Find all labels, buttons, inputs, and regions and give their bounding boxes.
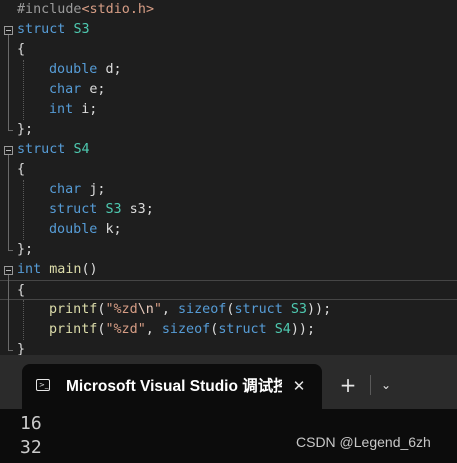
brace: { (17, 283, 26, 298)
struct-keyword: struct (234, 302, 283, 317)
brace: }; (17, 242, 34, 257)
escape-sequence: \n (137, 302, 154, 317)
member-type: double (49, 62, 98, 77)
code-line[interactable]: struct S4 (0, 140, 457, 160)
struct-keyword: struct (218, 322, 267, 337)
sizeof-keyword: sizeof (178, 302, 227, 317)
code-line[interactable]: { (0, 160, 457, 180)
terminal-titlebar: >_ Microsoft Visual Studio 调试控制台 ✕ + ⌄ (0, 355, 457, 409)
debug-console-window[interactable]: >_ Microsoft Visual Studio 调试控制台 ✕ + ⌄ 1… (0, 355, 457, 463)
fold-end-marker (8, 250, 13, 251)
function-call: printf (49, 302, 98, 317)
member-type: double (49, 222, 98, 237)
terminal-icon: >_ (36, 379, 50, 391)
code-line[interactable]: int i; (0, 100, 457, 120)
member-type: char (49, 182, 82, 197)
member-name: k; (105, 222, 122, 237)
struct-name: S4 (73, 142, 90, 157)
code-line[interactable]: printf("%zd\n", sizeof(struct S3)); (0, 300, 457, 320)
function-call: printf (49, 322, 98, 337)
collapse-icon[interactable] (4, 266, 13, 275)
console-output-line: 16 (20, 413, 42, 434)
code-editor[interactable]: #include<stdio.h> struct S3{double d; char… (0, 0, 457, 360)
preprocessor-directive: #include (17, 2, 82, 17)
member-type: S3 (105, 202, 122, 217)
member-type: char (49, 82, 82, 97)
brace: }; (17, 122, 34, 137)
member-name: e; (89, 82, 106, 97)
member-name: i; (81, 102, 98, 117)
fold-end-marker (8, 130, 13, 131)
format-string-end: " (137, 322, 146, 337)
fold-end-marker (8, 350, 13, 351)
code-line[interactable]: char j; (0, 180, 457, 200)
function-name: main (49, 262, 82, 277)
brace: { (17, 42, 26, 57)
format-string-end: " (153, 302, 162, 317)
statement-end: )); (307, 302, 332, 317)
brace: { (17, 162, 26, 177)
new-tab-button[interactable]: + (336, 373, 360, 397)
fold-line (8, 35, 9, 130)
code-line[interactable]: { (0, 280, 457, 300)
indent-guide (23, 180, 24, 240)
code-line[interactable]: double d; (0, 60, 457, 80)
tab-separator (370, 375, 371, 395)
code-line[interactable]: }; (0, 240, 457, 260)
statement-end: )); (290, 322, 316, 337)
watermark: CSDN @Legend_6zh (296, 434, 431, 450)
fold-line (8, 275, 9, 350)
close-tab-icon[interactable]: ✕ (288, 375, 310, 397)
member-name: s3; (129, 202, 154, 217)
struct-name: S4 (274, 322, 291, 337)
function-params: () (81, 262, 98, 277)
indent-guide (23, 60, 24, 120)
chevron-down-icon[interactable]: ⌄ (376, 373, 396, 397)
return-type: int (17, 262, 42, 277)
format-string: "%zd (105, 302, 138, 317)
code-line[interactable]: #include<stdio.h> (0, 0, 457, 20)
sizeof-keyword: sizeof (161, 322, 211, 337)
tab-debug-console[interactable]: >_ Microsoft Visual Studio 调试控制台 ✕ (22, 364, 322, 409)
indent-guide (23, 300, 24, 340)
code-line[interactable]: struct S3 s3; (0, 200, 457, 220)
format-string: "%zd (105, 322, 138, 337)
tab-title: Microsoft Visual Studio 调试控制台 (66, 378, 282, 395)
collapse-icon[interactable] (4, 26, 13, 35)
code-line[interactable]: char e; (0, 80, 457, 100)
code-line[interactable]: int main() (0, 260, 457, 280)
code-line[interactable]: { (0, 40, 457, 60)
code-line[interactable]: }; (0, 120, 457, 140)
struct-name: S3 (73, 22, 90, 37)
collapse-icon[interactable] (4, 146, 13, 155)
code-line[interactable]: printf("%zd", sizeof(struct S4)); (0, 320, 457, 340)
member-name: j; (89, 182, 106, 197)
struct-name: S3 (290, 302, 307, 317)
code-line[interactable]: double k; (0, 220, 457, 240)
member-type: int (49, 102, 74, 117)
member-name: d; (105, 62, 122, 77)
console-output-line: 32 (20, 437, 42, 458)
include-header: <stdio.h> (81, 2, 155, 17)
fold-line (8, 155, 9, 250)
struct-keyword: struct (17, 22, 66, 37)
struct-keyword: struct (49, 202, 98, 217)
struct-keyword: struct (17, 142, 66, 157)
code-line[interactable]: struct S3 (0, 20, 457, 40)
